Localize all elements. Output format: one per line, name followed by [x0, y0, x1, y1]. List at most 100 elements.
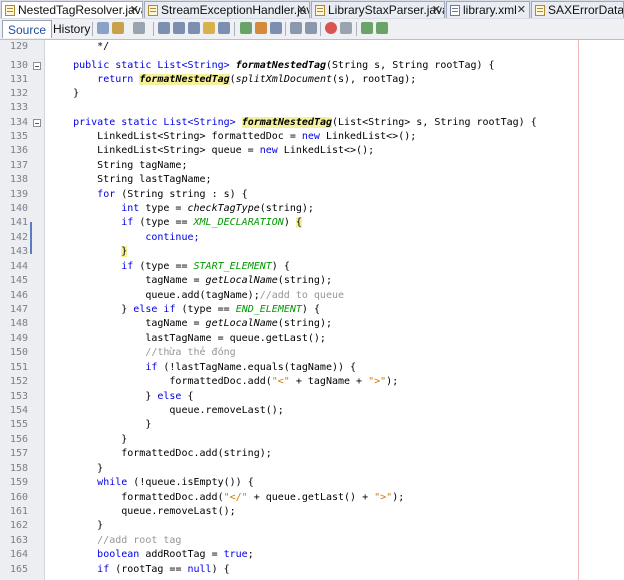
line-number: 148 — [9, 318, 28, 329]
toggle-highlight-icon[interactable] — [203, 22, 215, 34]
line-number: 158 — [9, 463, 28, 474]
tab-saxerrordataparser[interactable]: SAXErrorDataPars — [531, 1, 624, 18]
last-edit-icon[interactable] — [97, 22, 109, 34]
line-number: 140 — [9, 203, 28, 214]
tab-streamexceptionhandler[interactable]: StreamExceptionHandler.java ✕ — [144, 1, 310, 18]
java-file-icon — [315, 5, 325, 16]
line-number: 152 — [9, 376, 28, 387]
close-tab-icon[interactable]: ✕ — [130, 2, 139, 18]
code-line: tagName = getLocalName(string); — [49, 275, 332, 286]
line-number: 160 — [9, 492, 28, 503]
shift-right-icon[interactable] — [305, 22, 317, 34]
code-line: } — [49, 419, 152, 430]
code-line: while (!queue.isEmpty()) { — [97, 477, 254, 488]
tab-library-xml[interactable]: library.xml ✕ — [446, 1, 530, 18]
code-line: tagName = getLocalName(string); — [49, 318, 332, 329]
toolbar-separator — [356, 22, 357, 36]
line-number: 129 — [9, 41, 28, 52]
line-number: 156 — [9, 434, 28, 445]
code-line: if (type == XML_DECLARATION) { — [121, 217, 302, 228]
tab-label: NestedTagResolver.java — [18, 3, 143, 17]
line-number: 139 — [9, 189, 28, 200]
find-selection-icon[interactable] — [158, 22, 170, 34]
code-line: queue.add(tagName);//add to queue — [49, 290, 345, 301]
toggle-rect-selection-icon[interactable] — [218, 22, 230, 34]
line-number: 162 — [9, 520, 28, 531]
line-number: 154 — [9, 405, 28, 416]
code-line: boolean addRootTag = true; — [97, 549, 254, 560]
code-line: return formatNestedTag(splitXmlDocument(… — [97, 74, 417, 85]
close-tab-icon[interactable]: ✕ — [297, 2, 306, 18]
comment-icon[interactable] — [361, 22, 373, 34]
source-tab[interactable]: Source — [2, 20, 53, 38]
forward-icon[interactable] — [133, 22, 145, 34]
xml-file-icon — [450, 5, 460, 16]
line-number: 157 — [9, 448, 28, 459]
fold-toggle-icon[interactable] — [33, 119, 41, 127]
back-icon[interactable] — [112, 22, 124, 34]
line-number: 163 — [9, 535, 28, 546]
stop-macro-icon[interactable] — [340, 22, 352, 34]
find-previous-icon[interactable] — [173, 22, 185, 34]
code-line: queue.removeLast(); — [49, 405, 284, 416]
line-number: 130 — [9, 60, 28, 71]
code-line: lastTagName = queue.getLast(); — [49, 333, 326, 344]
line-number: 153 — [9, 391, 28, 402]
code-line: continue; — [145, 232, 200, 243]
line-number: 135 — [9, 131, 28, 142]
line-number: 137 — [9, 160, 28, 171]
toolbar-separator — [153, 22, 154, 36]
code-line: } — [49, 434, 128, 445]
code-line: public static List<String> formatNestedT… — [73, 60, 495, 71]
line-number: 138 — [9, 174, 28, 185]
line-number: 151 — [9, 362, 28, 373]
line-number: 141 — [9, 217, 28, 228]
toolbar-separator — [234, 22, 235, 36]
java-file-icon — [148, 5, 158, 16]
history-tab[interactable]: History — [48, 20, 95, 38]
code-line: if (rootTag == null) { — [97, 564, 230, 575]
fold-toggle-icon[interactable] — [33, 62, 41, 70]
line-number: 164 — [9, 549, 28, 560]
close-tab-icon[interactable]: ✕ — [432, 2, 441, 18]
line-number: 159 — [9, 477, 28, 488]
tab-label: LibraryStaxParser.java — [328, 3, 445, 17]
tab-librarystaxparser[interactable]: LibraryStaxParser.java ✕ — [311, 1, 445, 18]
code-editor[interactable]: */ public static List<String> formatNest… — [45, 40, 624, 580]
prev-bookmark-icon[interactable] — [240, 22, 252, 34]
shift-left-icon[interactable] — [290, 22, 302, 34]
find-next-icon[interactable] — [188, 22, 200, 34]
code-line: LinkedList<String> formattedDoc = new Li… — [49, 131, 417, 142]
line-number: 165 — [9, 564, 28, 575]
uncomment-icon[interactable] — [376, 22, 388, 34]
line-number: 143 — [9, 246, 28, 257]
line-number: 146 — [9, 290, 28, 301]
code-line: formattedDoc.add("</" + queue.getLast() … — [49, 492, 405, 503]
next-bookmark-icon[interactable] — [255, 22, 267, 34]
toolbar-separator — [92, 22, 93, 36]
line-number: 150 — [9, 347, 28, 358]
line-number: 134 — [9, 117, 28, 128]
code-line: private static List<String> formatNested… — [73, 117, 537, 128]
line-number: 145 — [9, 275, 28, 286]
code-line: int type = checkTagType(string); — [121, 203, 314, 214]
code-line: } — [49, 463, 104, 474]
editor-toolbar: Source History — [0, 19, 624, 40]
tab-label: StreamExceptionHandler.java — [161, 3, 310, 17]
line-number: 149 — [9, 333, 28, 344]
close-tab-icon[interactable]: ✕ — [517, 2, 526, 18]
line-number: 132 — [9, 88, 28, 99]
code-line: String tagName; — [49, 160, 188, 171]
tab-nestedtagresolver[interactable]: NestedTagResolver.java ✕ — [1, 1, 143, 18]
toggle-bookmark-icon[interactable] — [270, 22, 282, 34]
code-line: LinkedList<String> queue = new LinkedLis… — [49, 145, 375, 156]
code-line: if (type == START_ELEMENT) { — [121, 261, 290, 272]
start-macro-icon[interactable] — [325, 22, 337, 34]
line-number-gutter: 129 130 131 132 133 134 135 136 137 138 139 140 141 1… — [0, 40, 45, 580]
code-line: } — [121, 246, 128, 257]
tab-label: SAXErrorDataPars — [548, 3, 624, 17]
code-line: //add root tag — [49, 535, 182, 546]
editor-tab-bar: NestedTagResolver.java ✕ StreamException… — [0, 0, 624, 20]
code-line: */ — [49, 41, 110, 52]
line-number: 144 — [9, 261, 28, 272]
